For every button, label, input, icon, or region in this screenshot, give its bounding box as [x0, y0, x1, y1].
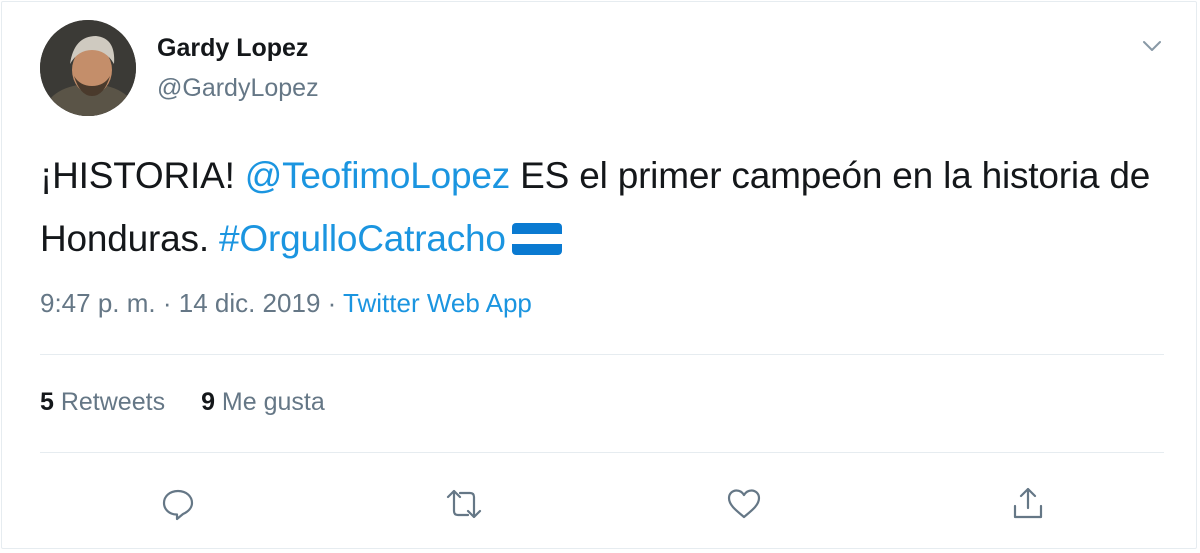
tweet-date[interactable]: 14 dic. 2019 [179, 288, 321, 318]
chevron-down-icon[interactable] [1138, 32, 1166, 60]
likes-stat[interactable]: 9 Me gusta [201, 388, 325, 416]
share-icon[interactable] [1008, 484, 1048, 524]
author-handle[interactable]: @GardyLopez [157, 74, 319, 103]
tweet-stats: 5 Retweets 9 Me gusta [40, 388, 361, 417]
tweet-time[interactable]: 9:47 p. m. [40, 288, 156, 318]
tweet-card: Gardy Lopez @GardyLopez ¡HISTORIA! @Teof… [1, 1, 1197, 549]
retweets-stat[interactable]: 5 Retweets [40, 388, 165, 416]
author-name[interactable]: Gardy Lopez [157, 34, 308, 63]
tweet-meta: 9:47 p. m. · 14 dic. 2019 · Twitter Web … [40, 288, 532, 319]
mention-link[interactable]: @TeofimoLopez [245, 155, 511, 196]
likes-label: Me gusta [214, 388, 325, 416]
tweet-text-prefix: ¡HISTORIA! [40, 155, 245, 196]
retweet-icon[interactable] [444, 484, 484, 524]
likes-count: 9 [201, 388, 215, 416]
retweets-count: 5 [40, 388, 54, 416]
reply-icon[interactable] [158, 484, 198, 524]
divider [40, 452, 1164, 453]
avatar[interactable] [40, 20, 136, 116]
divider [40, 354, 1164, 355]
retweets-label: Retweets [53, 388, 166, 416]
meta-separator: · [155, 288, 179, 318]
hashtag-link[interactable]: #OrgulloCatracho [219, 218, 506, 259]
honduras-flag-icon [511, 223, 562, 255]
tweet-text: ¡HISTORIA! @TeofimoLopez ES el primer ca… [40, 144, 1170, 270]
tweet-source-link[interactable]: Twitter Web App [343, 288, 532, 318]
heart-icon[interactable] [724, 484, 764, 524]
meta-separator-2: · [320, 288, 344, 318]
